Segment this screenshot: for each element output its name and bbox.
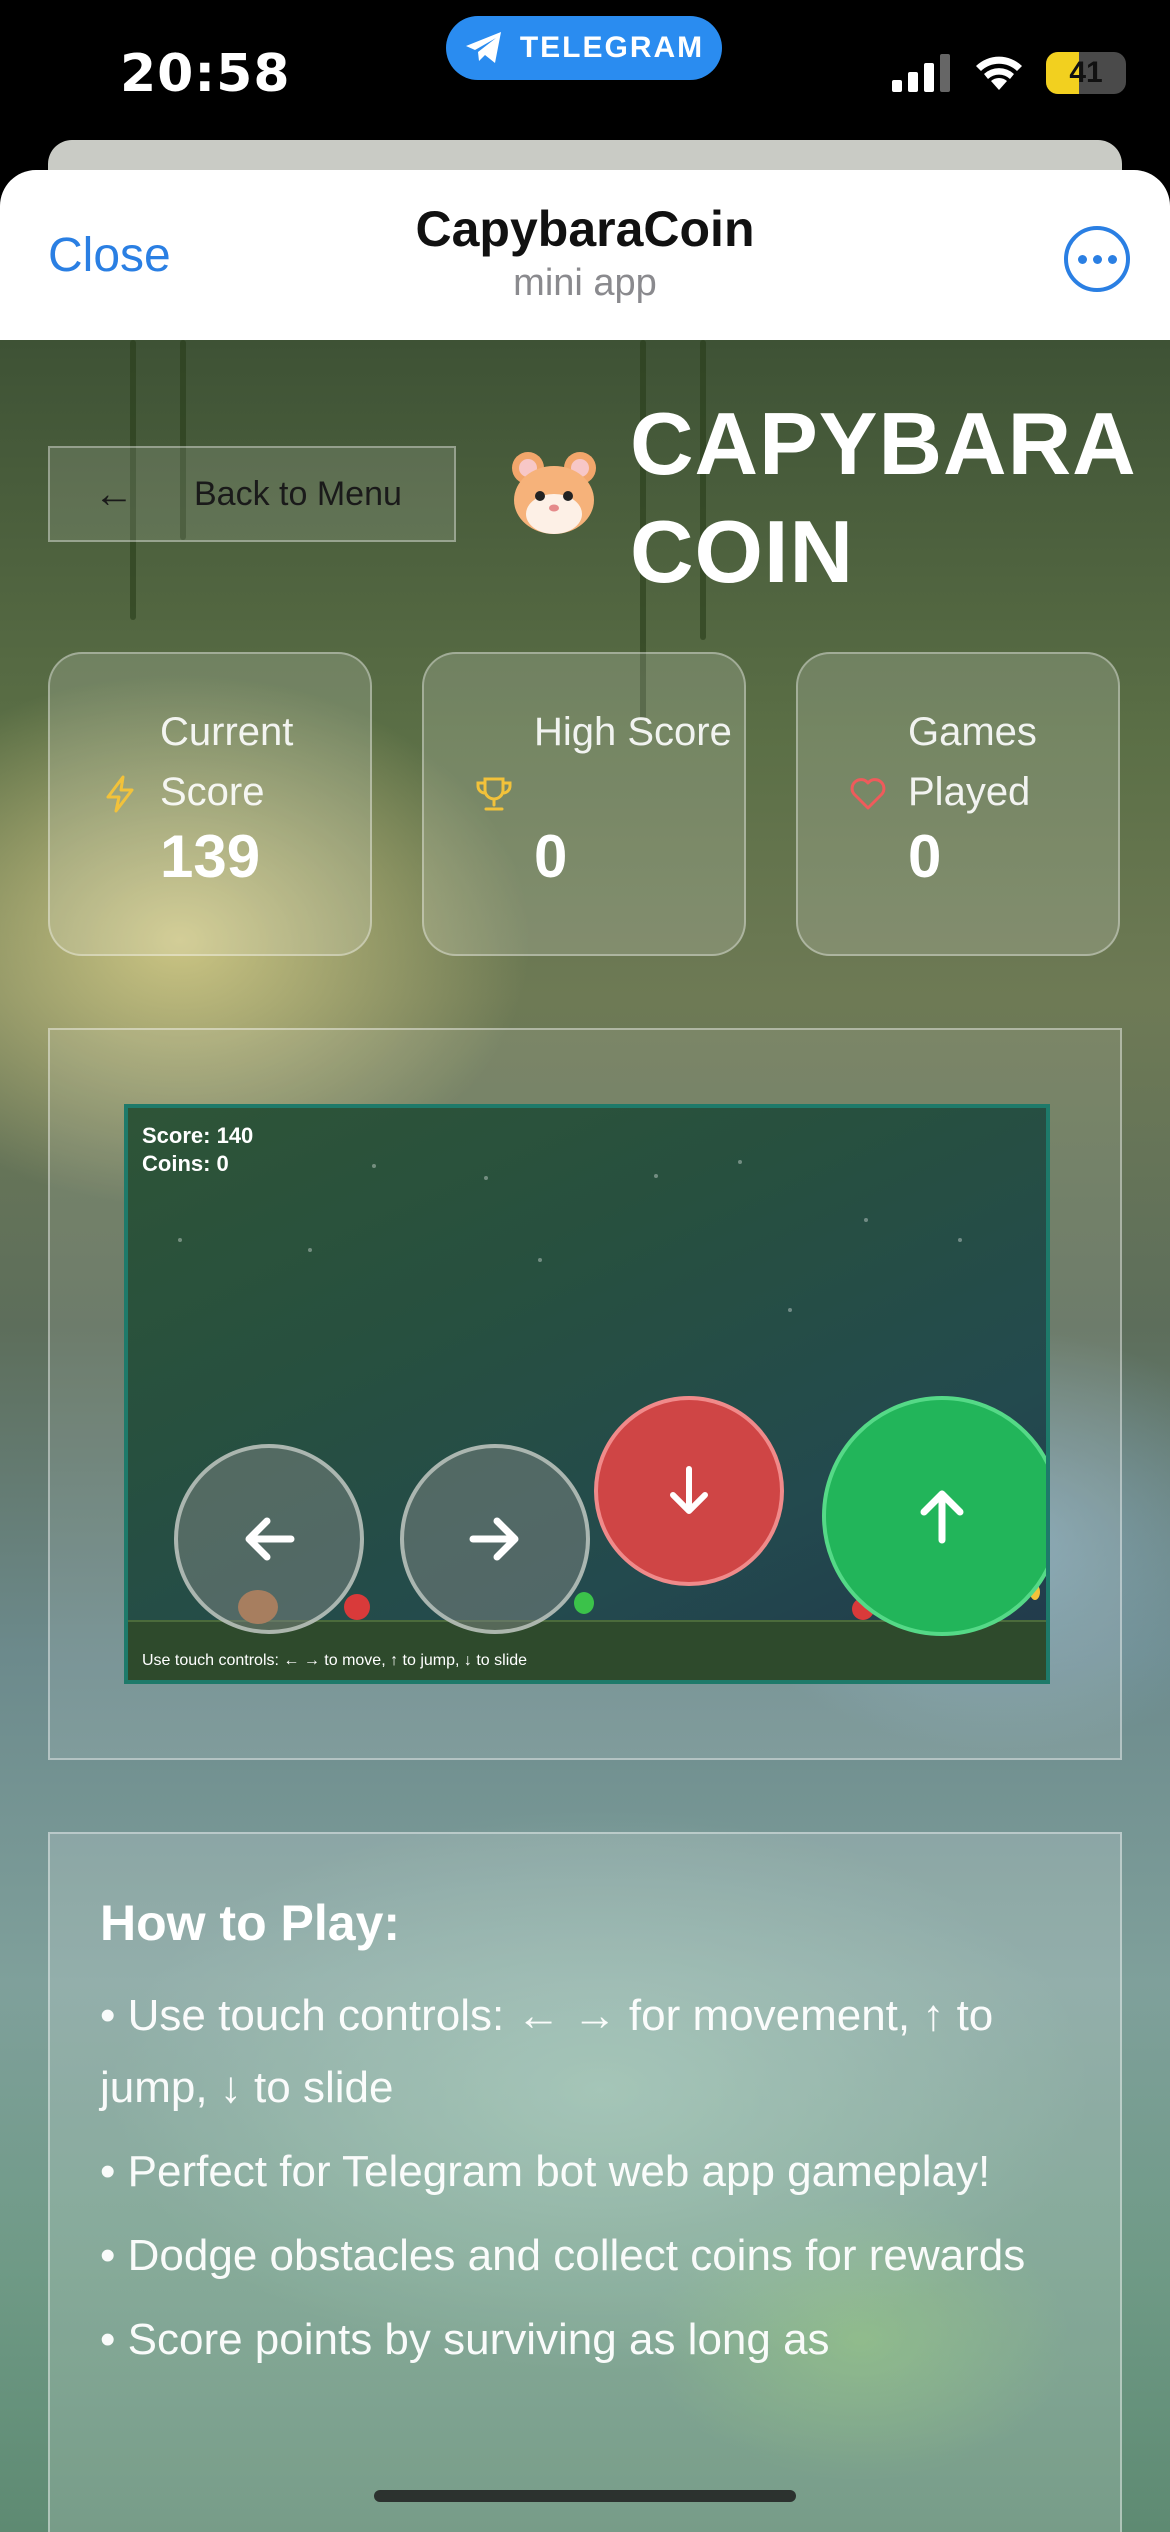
arrow-up-icon xyxy=(920,1490,964,1544)
game-canvas[interactable]: Score: 140 Coins: 0 Use touch controls: … xyxy=(124,1104,1050,1684)
how-to-play-list: • Use touch controls: ← → for movement, … xyxy=(100,1980,1070,2376)
heart-icon xyxy=(850,778,886,810)
list-item: • Perfect for Telegram bot web app gamep… xyxy=(100,2147,991,2196)
status-time: 20:58 xyxy=(120,44,291,104)
stat-value: 0 xyxy=(908,823,942,890)
trophy-icon xyxy=(476,777,512,811)
hamster-logo-icon xyxy=(512,452,596,534)
game-hud: Score: 140 Coins: 0 xyxy=(142,1122,253,1178)
more-options-button[interactable] xyxy=(1064,226,1130,292)
game-panel: Score: 140 Coins: 0 Use touch controls: … xyxy=(48,1028,1122,1760)
star xyxy=(178,1238,182,1242)
brand-line-1: CAPYBARA xyxy=(630,394,1137,493)
battery-text: 41 xyxy=(1069,56,1103,89)
wifi-icon xyxy=(976,56,1022,90)
star xyxy=(372,1164,376,1168)
star xyxy=(484,1176,488,1180)
stat-value: 0 xyxy=(534,823,568,890)
telegram-pill-label: TELEGRAM xyxy=(519,31,705,64)
arrow-right-icon xyxy=(469,1517,519,1561)
mini-app-header: Close CapybaraCoin mini app xyxy=(0,170,1170,340)
stat-label: Current Score xyxy=(160,710,294,814)
app-title: CapybaraCoin xyxy=(415,201,755,257)
star xyxy=(958,1238,962,1242)
more-dot-icon xyxy=(1092,254,1102,264)
signal-icon xyxy=(892,54,950,92)
jump-button[interactable] xyxy=(822,1396,1046,1636)
move-left-button[interactable] xyxy=(174,1444,364,1634)
arrow-down-icon xyxy=(670,1466,708,1514)
list-item: • Dodge obstacles and collect coins for … xyxy=(100,2231,1026,2280)
stat-label: Games Played xyxy=(908,710,1037,814)
slide-button[interactable] xyxy=(594,1396,784,1586)
more-dot-icon xyxy=(1107,254,1117,264)
telegram-pill[interactable]: TELEGRAM xyxy=(446,16,722,80)
star xyxy=(654,1174,658,1178)
stat-card-current-score: Current Score 139 xyxy=(48,652,372,956)
more-dot-icon xyxy=(1077,254,1087,264)
star xyxy=(538,1258,542,1262)
list-item: • Score points by surviving as long as xyxy=(100,2315,830,2364)
obstacle xyxy=(344,1594,370,1620)
brand-title: CAPYBARA COIN xyxy=(630,390,1137,606)
star xyxy=(864,1218,868,1222)
telegram-icon xyxy=(465,32,501,63)
lightning-icon xyxy=(106,775,134,813)
stat-label: High Score xyxy=(534,710,732,754)
app-subtitle: mini app xyxy=(513,262,657,304)
home-indicator[interactable] xyxy=(374,2490,796,2502)
game-page: ← Back to Menu CAPYBARA COIN Current Sco… xyxy=(0,340,1170,2532)
star xyxy=(308,1248,312,1252)
stat-card-games-played: Games Played 0 xyxy=(796,652,1120,956)
battery-indicator: 41 xyxy=(1046,52,1126,94)
star xyxy=(788,1308,792,1312)
controls-hint: Use touch controls: ← → to move, ↑ to ju… xyxy=(142,1652,528,1669)
hud-coins: Coins: 0 xyxy=(142,1151,229,1176)
how-to-play-card: How to Play: • Use touch controls: ← → f… xyxy=(48,1832,1122,2532)
back-to-menu-label: Back to Menu xyxy=(194,474,402,513)
hud-score: Score: 140 xyxy=(142,1123,254,1148)
arrow-left-icon: ← xyxy=(94,471,134,516)
arrow-left-icon xyxy=(245,1517,295,1561)
status-bar: 20:58 TELEGRAM 41 xyxy=(0,0,1170,150)
list-item: • Use touch controls: ← → for movement, … xyxy=(100,1991,994,2112)
stat-value: 139 xyxy=(160,823,261,890)
system-icons: 41 xyxy=(892,52,1126,94)
how-to-play-title: How to Play: xyxy=(100,1895,401,1951)
move-right-button[interactable] xyxy=(400,1444,590,1634)
back-to-menu-button[interactable]: ← Back to Menu xyxy=(48,446,456,542)
obstacle xyxy=(574,1592,594,1614)
stat-card-high-score: High Score 0 xyxy=(422,652,746,956)
star xyxy=(738,1160,742,1164)
brand-line-2: COIN xyxy=(630,502,854,601)
